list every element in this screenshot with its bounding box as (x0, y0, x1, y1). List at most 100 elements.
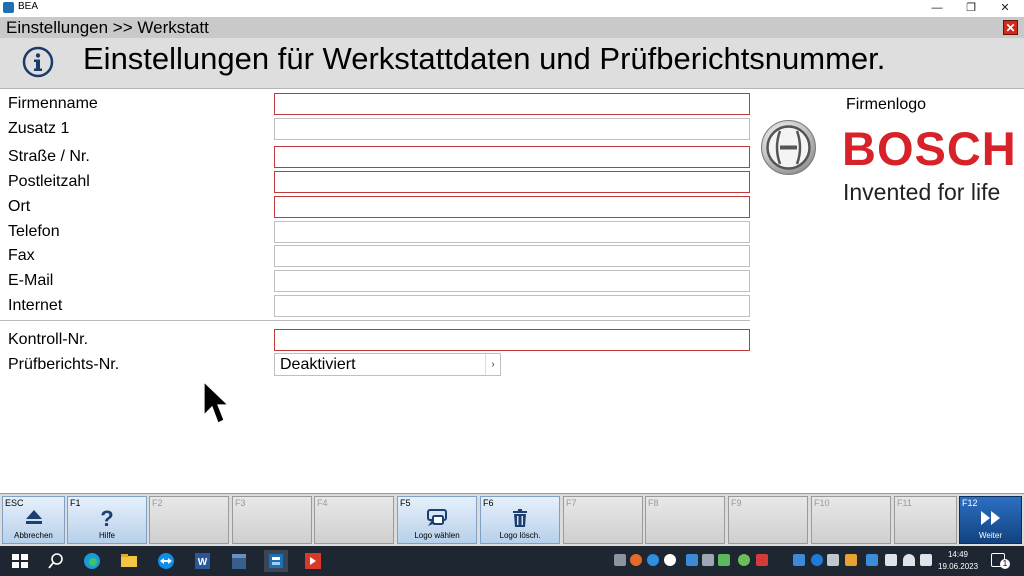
f1-hilfe-button[interactable]: F1 ? Hilfe (67, 496, 147, 544)
app-title: BEA (18, 1, 39, 12)
fax-label: Fax (8, 247, 35, 264)
window-close-button[interactable]: ✕ (988, 0, 1022, 16)
fkey-label: F8 (648, 498, 659, 508)
f9-button: F9 (728, 496, 808, 544)
search-icon[interactable] (44, 550, 68, 572)
esc-abbrechen-button[interactable]: ESC Abbrechen (2, 496, 65, 544)
svg-text:W: W (198, 557, 208, 568)
internet-field[interactable] (274, 295, 750, 317)
word-icon[interactable]: W (190, 550, 214, 572)
bosch-emblem-icon (761, 120, 816, 175)
window-titlebar: BEA — ❐ ✕ (0, 0, 1024, 16)
tray-icon[interactable] (845, 554, 857, 566)
chevron-right-icon[interactable]: › (485, 354, 500, 375)
fkey-label: F3 (235, 498, 246, 508)
wifi-icon[interactable] (903, 554, 915, 566)
f10-button: F10 (811, 496, 891, 544)
form-divider (0, 320, 750, 321)
fkey-label: F4 (317, 498, 328, 508)
minimize-button[interactable]: — (920, 0, 954, 16)
f12-weiter-button[interactable]: F12 Weiter (959, 496, 1022, 544)
file-explorer-icon[interactable] (117, 550, 141, 572)
bluetooth-icon[interactable] (811, 554, 823, 566)
fkey-label: F11 (897, 498, 912, 508)
fkey-caption: Weiter (979, 531, 1002, 540)
tray-icon[interactable] (702, 554, 714, 566)
windows-start-icon[interactable] (8, 550, 32, 572)
f5-logo-waehlen-button[interactable]: F5 Logo wählen (397, 496, 477, 544)
taskbar: W 14:49 19.06.2023 1 (0, 546, 1024, 576)
trash-icon (481, 508, 559, 530)
tray-icon[interactable] (647, 554, 659, 566)
app-icon (3, 2, 14, 13)
tray-icon[interactable] (686, 554, 698, 566)
firmenname-field[interactable] (274, 93, 750, 115)
f2-button: F2 (149, 496, 229, 544)
firmenname-label: Firmenname (8, 95, 98, 112)
fkey-caption: Abbrechen (14, 531, 53, 540)
f3-button: F3 (232, 496, 312, 544)
battery-icon[interactable] (885, 554, 897, 566)
fkey-label: F10 (814, 498, 830, 508)
teamviewer-icon[interactable] (154, 550, 178, 572)
fkey-label: F9 (731, 498, 742, 508)
edge-browser-icon[interactable] (80, 550, 104, 572)
kontroll-field[interactable] (274, 329, 750, 351)
f4-button: F4 (314, 496, 394, 544)
tray-icon[interactable] (827, 554, 839, 566)
fkey-label: ESC (5, 498, 24, 508)
remote-app-icon[interactable] (301, 550, 325, 572)
telefon-label: Telefon (8, 223, 60, 240)
forward-icon (960, 508, 1021, 530)
volume-icon[interactable] (920, 554, 932, 566)
tray-icon[interactable] (793, 554, 805, 566)
strasse-field[interactable] (274, 146, 750, 168)
fkey-caption: Logo wählen (414, 531, 460, 540)
fkey-label: F6 (483, 498, 494, 508)
tray-icon[interactable] (866, 554, 878, 566)
info-icon (22, 46, 54, 78)
mouse-cursor-icon (203, 381, 229, 424)
notification-count: 1 (1000, 559, 1010, 569)
brand-logo: BOSCH (842, 122, 1017, 175)
plz-field[interactable] (274, 171, 750, 193)
taskbar-clock[interactable]: 14:49 19.06.2023 (938, 549, 978, 573)
tray-icon[interactable] (614, 554, 626, 566)
f8-button: F8 (645, 496, 725, 544)
calendar-app-icon[interactable] (227, 550, 251, 572)
bea-app-taskbar-icon[interactable] (264, 550, 288, 572)
brand-tagline: Invented for life (843, 179, 1001, 205)
tray-icon[interactable] (718, 554, 730, 566)
pruefbericht-label: Prüfberichts-Nr. (8, 356, 120, 373)
kontroll-label: Kontroll-Nr. (8, 331, 89, 348)
ort-field[interactable] (274, 196, 750, 218)
clock-date: 19.06.2023 (938, 562, 979, 571)
strasse-label: Straße / Nr. (8, 148, 90, 165)
fkey-label: F7 (566, 498, 577, 508)
internet-label: Internet (8, 297, 63, 314)
logo-label: Firmenlogo (846, 96, 927, 113)
telefon-field[interactable] (274, 221, 750, 243)
tray-icon[interactable] (756, 554, 768, 566)
fkey-label: F2 (152, 498, 163, 508)
pruefbericht-select[interactable]: Deaktiviert › (274, 353, 501, 376)
zusatz1-field[interactable] (274, 118, 750, 140)
f7-button: F7 (563, 496, 643, 544)
function-key-bar: ESC Abbrechen F1 ? Hilfe F2 F3 F4 F5 Log… (0, 493, 1024, 547)
clock-time: 14:49 (947, 550, 969, 559)
email-field[interactable] (274, 270, 750, 292)
f6-logo-loeschen-button[interactable]: F6 Logo lösch. (480, 496, 560, 544)
page-header: Einstellungen für Werkstattdaten und Prü… (0, 38, 1024, 89)
tray-icon[interactable] (664, 554, 676, 566)
close-icon[interactable]: ✕ (1003, 20, 1018, 35)
tray-icon[interactable] (630, 554, 642, 566)
tray-icon[interactable] (738, 554, 750, 566)
fkey-caption: Hilfe (98, 531, 115, 540)
fax-field[interactable] (274, 245, 750, 267)
breadcrumb-bar: Einstellungen >> Werkstatt ✕ (0, 17, 1024, 38)
email-label: E-Mail (8, 272, 54, 289)
restore-button[interactable]: ❐ (954, 0, 988, 16)
fkey-caption: Logo lösch. (499, 531, 541, 540)
choose-logo-icon (398, 508, 476, 530)
plz-label: Postleitzahl (8, 173, 90, 190)
